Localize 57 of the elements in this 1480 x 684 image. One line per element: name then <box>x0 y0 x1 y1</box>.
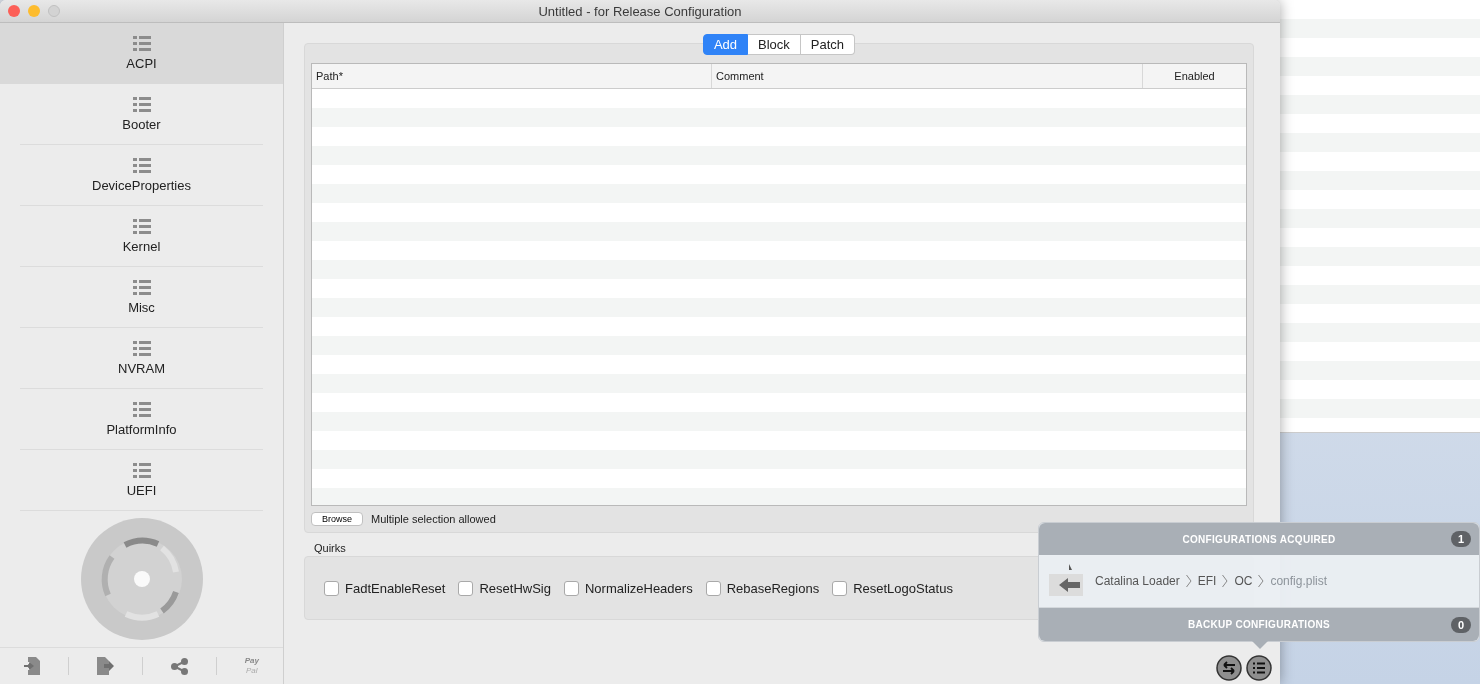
checkbox[interactable] <box>705 580 721 596</box>
checkbox[interactable] <box>324 580 339 596</box>
checkbox[interactable] <box>832 580 848 596</box>
sidebar-item[interactable]: DeviceProperties <box>20 145 263 206</box>
list-icon <box>132 401 151 417</box>
segment-tab[interactable]: Add <box>702 34 749 55</box>
export-file-icon[interactable] <box>96 657 114 675</box>
list-icon <box>132 340 151 356</box>
list-icon[interactable] <box>1246 655 1272 681</box>
sidebar-item[interactable]: UEFI <box>20 450 263 511</box>
minimize-button[interactable] <box>28 5 40 17</box>
sidebar-item[interactable]: NVRAM <box>20 328 263 389</box>
import-file-icon[interactable] <box>23 657 40 675</box>
sidebar-item[interactable]: Misc <box>20 267 263 328</box>
quirk-checkbox[interactable]: NormalizeHeaders <box>564 580 693 596</box>
zoom-button[interactable] <box>48 5 60 17</box>
column-header[interactable]: Enabled <box>1143 64 1246 88</box>
quirk-checkbox[interactable]: ResetLogoStatus <box>832 580 953 596</box>
browse-note: Multiple selection allowed <box>371 513 496 526</box>
segment-tab[interactable]: Block <box>748 34 801 55</box>
section-title: CONFIGURATIONS ACQUIRED <box>1182 533 1336 545</box>
quirk-checkbox[interactable]: ResetHwSig <box>458 580 551 596</box>
sidebar-item[interactable]: ACPI <box>0 23 283 84</box>
sidebar-item[interactable]: Kernel <box>20 206 263 267</box>
chevron-icon <box>1222 574 1229 588</box>
drive-arrow-icon <box>1049 564 1083 598</box>
list-icon <box>132 462 151 478</box>
list-icon <box>132 157 151 173</box>
sidebar-item[interactable]: PlatformInfo <box>20 389 263 450</box>
list-icon <box>132 218 151 234</box>
count-badge: 1 <box>1450 531 1471 547</box>
section-title: BACKUP CONFIGURATIONS <box>1187 619 1330 630</box>
checkbox[interactable] <box>564 580 579 596</box>
chevron-icon <box>1185 574 1192 588</box>
sidebar-item[interactable]: Booter <box>20 84 263 145</box>
quirk-checkbox[interactable]: RebaseRegions <box>705 580 820 596</box>
swap-arrows-icon[interactable] <box>1216 655 1242 681</box>
list-icon <box>132 279 151 295</box>
browse-button[interactable]: Browse <box>311 512 363 527</box>
path-label: EFI <box>1197 574 1217 588</box>
path-label: OC <box>1234 574 1253 588</box>
quirks-title: Quirks <box>314 542 347 554</box>
path-label: config.plist <box>1270 574 1328 588</box>
column-header[interactable]: Comment <box>712 64 1143 88</box>
count-badge: 0 <box>1450 616 1471 633</box>
chevron-icon <box>1258 574 1265 588</box>
path-label: Catalina Loader <box>1095 574 1180 588</box>
list-icon <box>132 35 151 51</box>
quirk-checkbox[interactable]: FadtEnableReset <box>324 580 446 596</box>
close-button[interactable] <box>8 5 20 17</box>
segment-tab[interactable]: Patch <box>800 34 856 55</box>
window-title: Untitled - for Release Configuration <box>538 3 742 19</box>
column-header[interactable]: Path* <box>312 64 712 88</box>
list-icon <box>132 96 151 112</box>
checkbox[interactable] <box>458 580 474 596</box>
disc-logo-icon <box>79 517 204 641</box>
share-icon[interactable] <box>170 657 188 675</box>
